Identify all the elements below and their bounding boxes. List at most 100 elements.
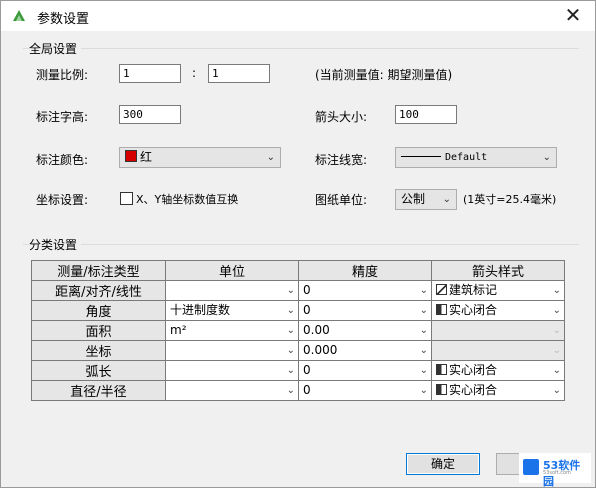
table-row: 弧长 ⌄ 0 ⌄ 实心闭合 ⌄ (31, 360, 565, 381)
arrow-style-select: ⌄ (432, 341, 564, 360)
chevron-down-icon: ⌄ (419, 325, 428, 336)
precision-select[interactable]: 0 ⌄ (299, 301, 431, 320)
app-icon (13, 10, 25, 21)
table-row: 角度 十进制度数 ⌄ 0 ⌄ 实心闭合 ⌄ (31, 300, 565, 321)
precision-value: 0.000 (303, 343, 338, 357)
precision-value: 0 (303, 303, 311, 317)
arrow-style-cell: 建筑标记 ⌄ (431, 280, 565, 301)
column-header: 精度 (298, 260, 432, 281)
chevron-down-icon: ⌄ (552, 345, 561, 356)
arrow-style-value: 实心闭合 (449, 363, 498, 377)
row-type-label: 面积 (31, 320, 166, 341)
unit-value (166, 363, 170, 377)
category-group-border (23, 244, 579, 245)
precision-select[interactable]: 0.00 ⌄ (299, 321, 431, 340)
precision-value: 0 (303, 363, 311, 377)
arrow-style-value (432, 343, 436, 357)
linewidth-select[interactable]: Default ⌄ (395, 147, 557, 168)
cancel-button[interactable] (496, 453, 520, 475)
global-group-border (23, 48, 579, 49)
chevron-down-icon: ⌄ (419, 365, 428, 376)
unit-select[interactable]: ⌄ (166, 281, 298, 300)
line-preview (401, 156, 441, 157)
precision-value: 0 (303, 283, 311, 297)
column-header: 测量/标注类型 (31, 260, 166, 281)
table-header-row: 测量/标注类型 单位 精度 箭头样式 (31, 260, 565, 281)
coord-swap-checkbox[interactable] (120, 192, 133, 205)
unit-select[interactable]: ⌄ (166, 381, 298, 400)
settings-dialog: 参数设置 ✕ 全局设置 测量比例: 1 : 1 (当前测量值: 期望测量值) 标… (0, 0, 596, 488)
arrow-style-value: 实心闭合 (449, 383, 498, 397)
linewidth-value: Default (445, 152, 488, 163)
chevron-down-icon: ⌄ (419, 345, 428, 356)
category-table: 测量/标注类型 单位 精度 箭头样式 距离/对齐/线性 ⌄ 0 ⌄ 建筑标记 ⌄ 角度 十进制… (31, 260, 565, 401)
precision-cell: 0 ⌄ (298, 360, 432, 381)
unit-select[interactable]: m² ⌄ (166, 321, 298, 340)
precision-value: 0 (303, 383, 311, 397)
unit-select[interactable]: ⌄ (166, 341, 298, 360)
paper-unit-select[interactable]: 公制 ⌄ (395, 189, 457, 210)
row-type-label: 坐标 (31, 340, 166, 361)
color-swatch (125, 150, 137, 162)
precision-cell: 0.00 ⌄ (298, 320, 432, 341)
color-label: 标注颜色: (36, 153, 89, 167)
precision-select[interactable]: 0 ⌄ (299, 381, 431, 400)
watermark-logo (523, 459, 539, 475)
arrow-size-input[interactable]: 100 (395, 105, 457, 124)
arrow-style-cell: 实心闭合 ⌄ (431, 300, 565, 321)
precision-select[interactable]: 0 ⌄ (299, 281, 431, 300)
watermark: 53软件园 53soft.com (519, 453, 591, 488)
table-row: 直径/半径 ⌄ 0 ⌄ 实心闭合 ⌄ (31, 380, 565, 401)
arrow-style-cell: 实心闭合 ⌄ (431, 360, 565, 381)
table-row: 面积 m² ⌄ 0.00 ⌄ ⌄ (31, 320, 565, 341)
chevron-down-icon: ⌄ (419, 385, 428, 396)
unit-value (166, 383, 170, 397)
unit-value: 十进制度数 (170, 303, 231, 317)
arrow-style-cell: 实心闭合 ⌄ (431, 380, 565, 401)
chevron-down-icon: ⌄ (552, 365, 561, 376)
arrow-style-select: ⌄ (432, 321, 564, 340)
chevron-down-icon: ⌄ (419, 305, 428, 316)
scale-right-input[interactable]: 1 (208, 64, 270, 83)
unit-select[interactable]: 十进制度数 ⌄ (166, 301, 298, 320)
precision-value: 0.00 (303, 323, 330, 337)
chevron-down-icon: ⌄ (266, 152, 275, 163)
arrow-size-label: 箭头大小: (315, 110, 368, 124)
chevron-down-icon: ⌄ (552, 285, 561, 296)
arrow-style-select[interactable]: 实心闭合 ⌄ (432, 301, 564, 320)
arrow-style-value (432, 323, 436, 337)
unit-cell: ⌄ (165, 380, 299, 401)
text-height-label: 标注字高: (36, 110, 89, 124)
chevron-down-icon: ⌄ (542, 152, 551, 163)
chevron-down-icon: ⌄ (552, 385, 561, 396)
precision-cell: 0 ⌄ (298, 300, 432, 321)
row-type-label: 弧长 (31, 360, 166, 381)
ok-button[interactable]: 确定 (406, 453, 480, 475)
text-height-input[interactable]: 300 (119, 105, 181, 124)
color-select[interactable]: 红 ⌄ (119, 147, 281, 168)
chevron-down-icon: ⌄ (442, 194, 451, 205)
precision-select[interactable]: 0 ⌄ (299, 361, 431, 380)
chevron-down-icon: ⌄ (286, 285, 295, 296)
unit-value (166, 343, 170, 357)
close-icon[interactable]: ✕ (561, 4, 585, 26)
unit-select[interactable]: ⌄ (166, 361, 298, 380)
unit-value: m² (170, 323, 187, 337)
chevron-down-icon: ⌄ (286, 385, 295, 396)
scale-separator: : (192, 66, 197, 80)
row-type-label: 直径/半径 (31, 380, 166, 401)
arrow-style-select[interactable]: 建筑标记 ⌄ (432, 281, 564, 300)
color-value: 红 (140, 150, 153, 164)
unit-cell: ⌄ (165, 360, 299, 381)
paper-unit-label: 图纸单位: (315, 193, 368, 207)
precision-select[interactable]: 0.000 ⌄ (299, 341, 431, 360)
arrow-style-select[interactable]: 实心闭合 ⌄ (432, 361, 564, 380)
precision-cell: 0 ⌄ (298, 280, 432, 301)
scale-left-input[interactable]: 1 (119, 64, 181, 83)
closed-filled-arrow-icon (436, 364, 447, 375)
scale-note: (当前测量值: 期望测量值) (315, 68, 453, 82)
chevron-down-icon: ⌄ (286, 305, 295, 316)
oblique-tick-icon (436, 284, 447, 295)
linewidth-label: 标注线宽: (315, 153, 368, 167)
arrow-style-select[interactable]: 实心闭合 ⌄ (432, 381, 564, 400)
